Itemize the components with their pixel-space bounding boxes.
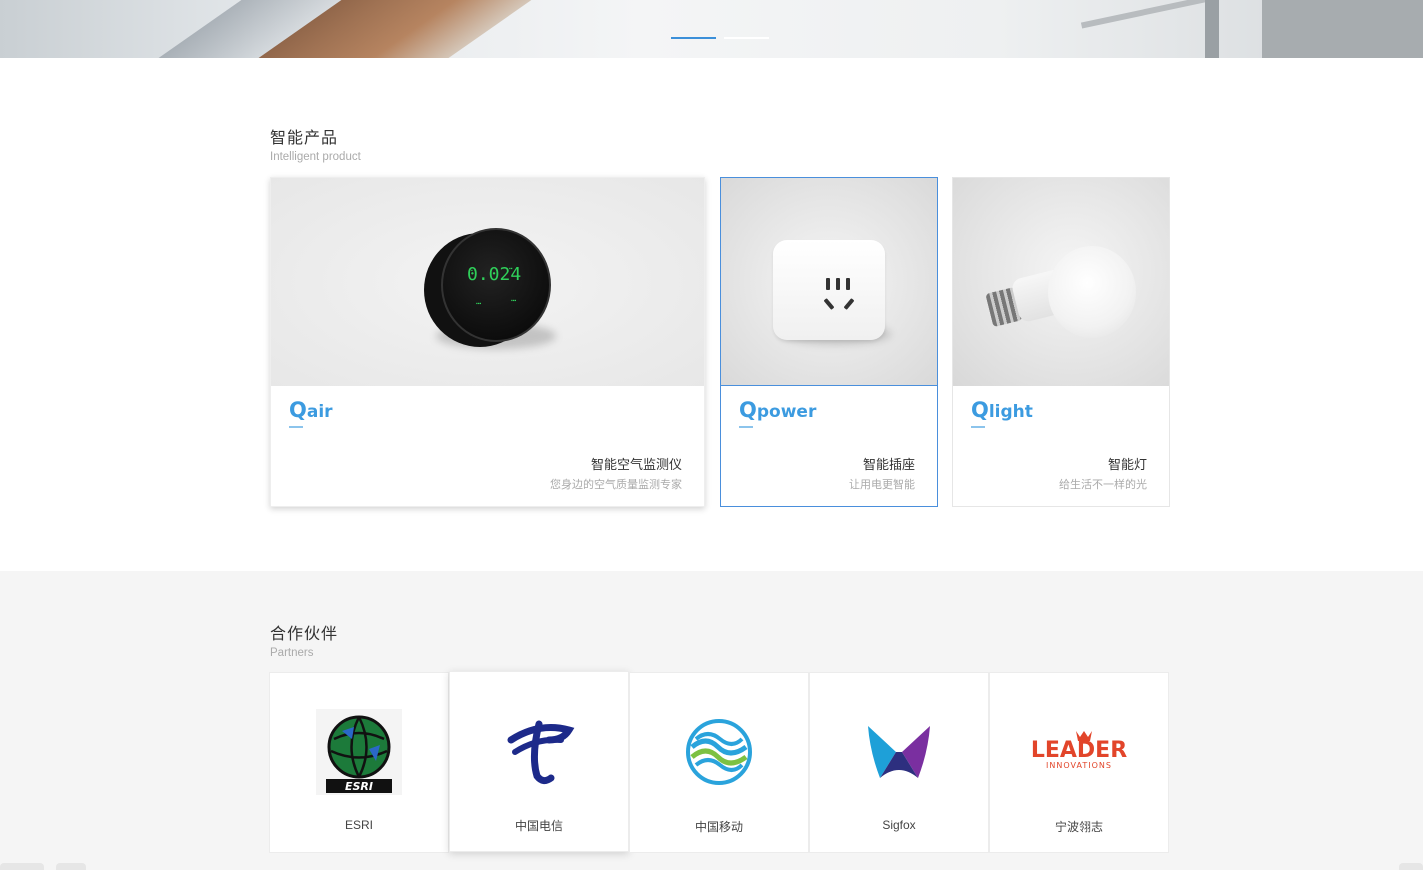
product-name: 智能插座 <box>862 457 915 472</box>
product-card-qpower[interactable]: Qpower 智能插座 让用电更智能 <box>720 177 938 507</box>
partner-name: 宁波翎志 <box>1054 820 1103 834</box>
sigfox-logo-icon <box>810 709 988 795</box>
carousel-indicators <box>671 37 769 39</box>
product-image-smart-bulb <box>953 178 1169 386</box>
leader-innovations-logo-icon: LEADER INNOVATIONS <box>990 709 1168 795</box>
partners-title: 合作伙伴 <box>270 626 339 643</box>
products-title: 智能产品 <box>270 130 339 147</box>
brand-logo-qlight: Qlight <box>971 398 1033 428</box>
scroll-tab-left[interactable] <box>0 863 44 870</box>
product-card-qair[interactable]: ▪ ▪ ▪▪ 0.024 ▪▪▪ ▪▪▪ Qair 智能空气监测仪 您身边的空气… <box>270 177 705 507</box>
product-name: 智能空气监测仪 <box>590 457 682 472</box>
product-name: 智能灯 <box>1107 457 1147 472</box>
brand-logo-qair: Qair <box>289 398 333 428</box>
partner-name: ESRI <box>344 818 373 832</box>
svg-text:LEADER: LEADER <box>1031 738 1127 763</box>
hero-banner <box>0 0 1423 58</box>
products-heading: 智能产品 Intelligent product <box>270 124 361 163</box>
scroll-tab-right[interactable] <box>1399 863 1423 870</box>
scroll-tab-left-2[interactable] <box>56 863 86 870</box>
banner-desk-leg <box>1205 0 1219 58</box>
partner-card-sigfox[interactable]: Sigfox <box>809 672 989 853</box>
product-desc: 让用电更智能 <box>849 479 915 491</box>
air-monitor-reading: 0.024 <box>467 264 522 285</box>
esri-logo-icon: ESRI <box>270 709 448 795</box>
partner-card-esri[interactable]: ESRI ESRI <box>269 672 449 853</box>
partner-card-china-mobile[interactable]: 中国移动 <box>629 672 809 853</box>
partner-name: 中国电信 <box>514 819 563 833</box>
brand-logo-qpower: Qpower <box>739 398 816 428</box>
china-mobile-logo-icon <box>630 709 808 795</box>
products-subtitle: Intelligent product <box>270 151 361 163</box>
carousel-dot-1[interactable] <box>671 37 716 39</box>
partners-subtitle: Partners <box>270 647 314 659</box>
partners-heading: 合作伙伴 Partners <box>270 620 338 659</box>
banner-desk-bar <box>1080 0 1220 29</box>
product-desc: 给生活不一样的光 <box>1059 479 1147 491</box>
svg-text:ESRI: ESRI <box>345 780 373 793</box>
carousel-dot-2[interactable] <box>724 37 769 39</box>
partner-name: Sigfox <box>882 818 916 832</box>
product-card-qlight[interactable]: Qlight 智能灯 给生活不一样的光 <box>952 177 1170 507</box>
svg-text:INNOVATIONS: INNOVATIONS <box>1046 761 1112 770</box>
product-image-smart-plug <box>721 178 937 386</box>
banner-desk-panel <box>1262 0 1423 58</box>
partner-card-china-telecom[interactable]: 中国电信 <box>449 671 629 852</box>
product-desc: 您身边的空气质量监测专家 <box>550 479 682 491</box>
china-telecom-logo-icon <box>450 708 628 794</box>
partner-name: 中国移动 <box>694 820 743 834</box>
product-image-air-monitor: ▪ ▪ ▪▪ 0.024 ▪▪▪ ▪▪▪ <box>271 178 704 386</box>
partner-card-leader[interactable]: LEADER INNOVATIONS 宁波翎志 <box>989 672 1169 853</box>
